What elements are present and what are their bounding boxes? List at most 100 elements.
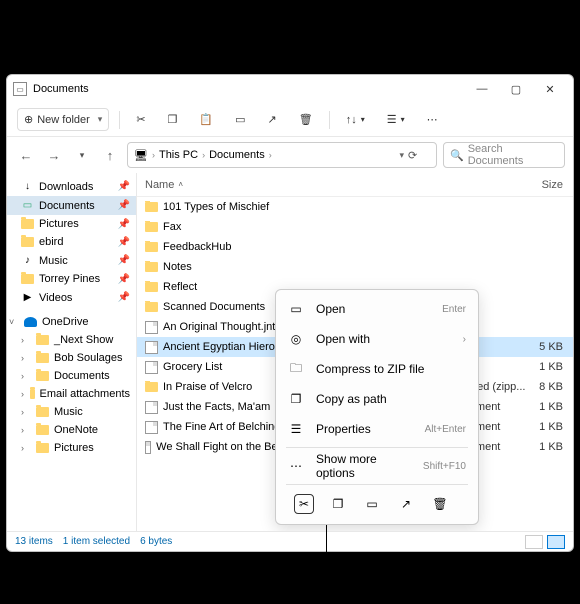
view-list-button[interactable] bbox=[525, 535, 543, 549]
context-menu-item-props[interactable]: ☰PropertiesAlt+Enter bbox=[276, 414, 478, 444]
col-name[interactable]: Name ˄ bbox=[137, 179, 307, 191]
file-size: 1 KB bbox=[527, 401, 573, 413]
folder-icon bbox=[145, 282, 158, 292]
copypath-icon: ❐ bbox=[288, 391, 304, 407]
sidebar-item-label: Downloads bbox=[39, 181, 93, 193]
maximize-button[interactable]: ▢ bbox=[499, 77, 533, 101]
window-title: Documents bbox=[33, 83, 465, 95]
sidebar-item-videos[interactable]: ▶Videos📌 bbox=[7, 288, 136, 307]
file-row[interactable]: Fax bbox=[137, 217, 573, 237]
context-menu-item-open[interactable]: ▭OpenEnter bbox=[276, 294, 478, 324]
view-icon: ☰ bbox=[387, 113, 397, 126]
back-button[interactable]: ← bbox=[15, 144, 37, 166]
context-menu-label: Copy as path bbox=[316, 392, 454, 406]
minimize-button[interactable]: — bbox=[465, 77, 499, 101]
col-size[interactable]: Size bbox=[527, 179, 573, 191]
file-name: Fax bbox=[163, 221, 181, 233]
cm-share-button[interactable]: ↗ bbox=[396, 494, 416, 514]
paste-button[interactable]: 📋 bbox=[193, 109, 219, 130]
new-folder-button[interactable]: ⊕ New folder ▾ bbox=[17, 108, 109, 131]
chevron-down-icon[interactable]: ▾ bbox=[399, 150, 404, 161]
sidebar-item-downloads[interactable]: ↓Downloads📌 bbox=[7, 177, 136, 196]
sidebar-item-bob-soulages[interactable]: ›Bob Soulages bbox=[7, 349, 136, 367]
sidebar-item-label: Music bbox=[39, 255, 68, 267]
status-bar: 13 items 1 item selected 6 bytes bbox=[7, 531, 573, 551]
pin-icon: 📌 bbox=[118, 292, 130, 303]
sidebar-item-pictures[interactable]: ›Pictures bbox=[7, 439, 136, 457]
cut-button[interactable]: ✂ bbox=[130, 109, 151, 130]
context-menu-item-copypath[interactable]: ❐ Copy as path bbox=[276, 384, 478, 414]
sidebar-item-ebird[interactable]: ebird📌 bbox=[7, 233, 136, 251]
close-button[interactable]: ✕ bbox=[533, 77, 567, 101]
cm-copy-button[interactable]: ❐ bbox=[328, 494, 348, 514]
chevron-down-icon: ▾ bbox=[98, 114, 103, 125]
context-mini-toolbar: ✂ ❐ ▭ ↗ 🗑 bbox=[276, 488, 478, 520]
more-button[interactable]: ⋯ bbox=[421, 109, 444, 130]
sidebar-item-label: OneNote bbox=[54, 424, 98, 436]
refresh-button[interactable]: ⟳ bbox=[408, 149, 430, 162]
file-icon bbox=[145, 321, 158, 334]
copy-button[interactable]: ❐ bbox=[162, 109, 184, 130]
more-icon: ⋯ bbox=[288, 458, 304, 474]
share-icon: ↗ bbox=[401, 497, 411, 511]
trash-icon: 🗑 bbox=[299, 113, 313, 126]
context-menu-item-more[interactable]: ⋯Show more optionsShift+F10 bbox=[276, 451, 478, 481]
search-input[interactable]: 🔍 Search Documents bbox=[443, 142, 565, 168]
toolbar: ⊕ New folder ▾ ✂ ❐ 📋 ▭ ↗ 🗑 ↑↓▾ ☰▾ ⋯ bbox=[7, 103, 573, 137]
view-button[interactable]: ☰▾ bbox=[381, 109, 411, 130]
delete-button[interactable]: 🗑 bbox=[293, 109, 319, 130]
file-icon bbox=[145, 401, 158, 414]
context-menu-label: Compress to ZIP file bbox=[316, 362, 454, 376]
forward-button[interactable]: → bbox=[43, 144, 65, 166]
sidebar-item--next-show[interactable]: ›_Next Show bbox=[7, 331, 136, 349]
sidebar-item-music[interactable]: ♪Music📌 bbox=[7, 251, 136, 270]
sort-button[interactable]: ↑↓▾ bbox=[340, 110, 371, 130]
pin-icon: 📌 bbox=[118, 274, 130, 285]
sidebar-item-label: Torrey Pines bbox=[39, 273, 100, 285]
file-row[interactable]: Notes bbox=[137, 257, 573, 277]
up-button[interactable]: ↑ bbox=[99, 144, 121, 166]
cm-delete-button[interactable]: 🗑 bbox=[430, 494, 450, 514]
sidebar-item-label: Bob Soulages bbox=[54, 352, 123, 364]
file-row[interactable]: FeedbackHub bbox=[137, 237, 573, 257]
context-menu-label: Open bbox=[316, 302, 430, 316]
view-details-button[interactable] bbox=[547, 535, 565, 549]
music-icon: ♪ bbox=[21, 254, 34, 267]
sidebar-item-label: Pictures bbox=[54, 442, 94, 454]
rename-button[interactable]: ▭ bbox=[229, 109, 251, 130]
sidebar-item-label: Pictures bbox=[39, 218, 79, 230]
sidebar-item-onenote[interactable]: ›OneNote bbox=[7, 421, 136, 439]
folder-icon bbox=[145, 382, 158, 392]
sidebar-item-documents[interactable]: ▭Documents📌 bbox=[7, 196, 136, 215]
cm-rename-button[interactable]: ▭ bbox=[362, 494, 382, 514]
sidebar-item-music[interactable]: ›Music bbox=[7, 403, 136, 421]
file-row[interactable]: 101 Types of Mischief bbox=[137, 197, 573, 217]
context-menu-shortcut: › bbox=[463, 334, 466, 345]
folder-icon bbox=[36, 407, 49, 417]
sidebar-item-label: Documents bbox=[39, 200, 95, 212]
file-size: 5 KB bbox=[527, 341, 573, 353]
sidebar-item-email-attachments[interactable]: ›Email attachments bbox=[7, 385, 136, 403]
file-name: 101 Types of Mischief bbox=[163, 201, 269, 213]
sidebar-item-torrey-pines[interactable]: Torrey Pines 📌 bbox=[7, 270, 136, 288]
open-icon: ▭ bbox=[288, 301, 304, 317]
folder-icon bbox=[145, 242, 158, 252]
breadcrumb-item[interactable]: This PC bbox=[159, 149, 198, 161]
folder-icon bbox=[145, 302, 158, 312]
context-menu-item-openwith[interactable]: ◎Open with› bbox=[276, 324, 478, 354]
address-bar[interactable]: 🖥 › This PC › Documents › ▾ ⟳ bbox=[127, 142, 437, 168]
folder-icon bbox=[36, 371, 49, 381]
breadcrumb-item[interactable]: Documents bbox=[209, 149, 265, 161]
file-name: An Original Thought.jnt bbox=[163, 321, 275, 333]
sidebar-onedrive[interactable]: ˅ OneDrive bbox=[7, 313, 136, 331]
sidebar-item-documents[interactable]: ›Documents bbox=[7, 367, 136, 385]
titlebar: ▭ Documents — ▢ ✕ bbox=[7, 75, 573, 103]
folder-icon bbox=[36, 443, 49, 453]
share-button[interactable]: ↗ bbox=[262, 109, 283, 130]
sidebar-item-pictures[interactable]: Pictures📌 bbox=[7, 215, 136, 233]
folder-icon bbox=[36, 335, 49, 345]
context-menu-label: Show more options bbox=[316, 452, 411, 480]
recent-button[interactable]: ▾ bbox=[71, 144, 93, 166]
cm-cut-button[interactable]: ✂ bbox=[294, 494, 314, 514]
context-menu-item-zip[interactable]: 🗀Compress to ZIP file bbox=[276, 354, 478, 384]
